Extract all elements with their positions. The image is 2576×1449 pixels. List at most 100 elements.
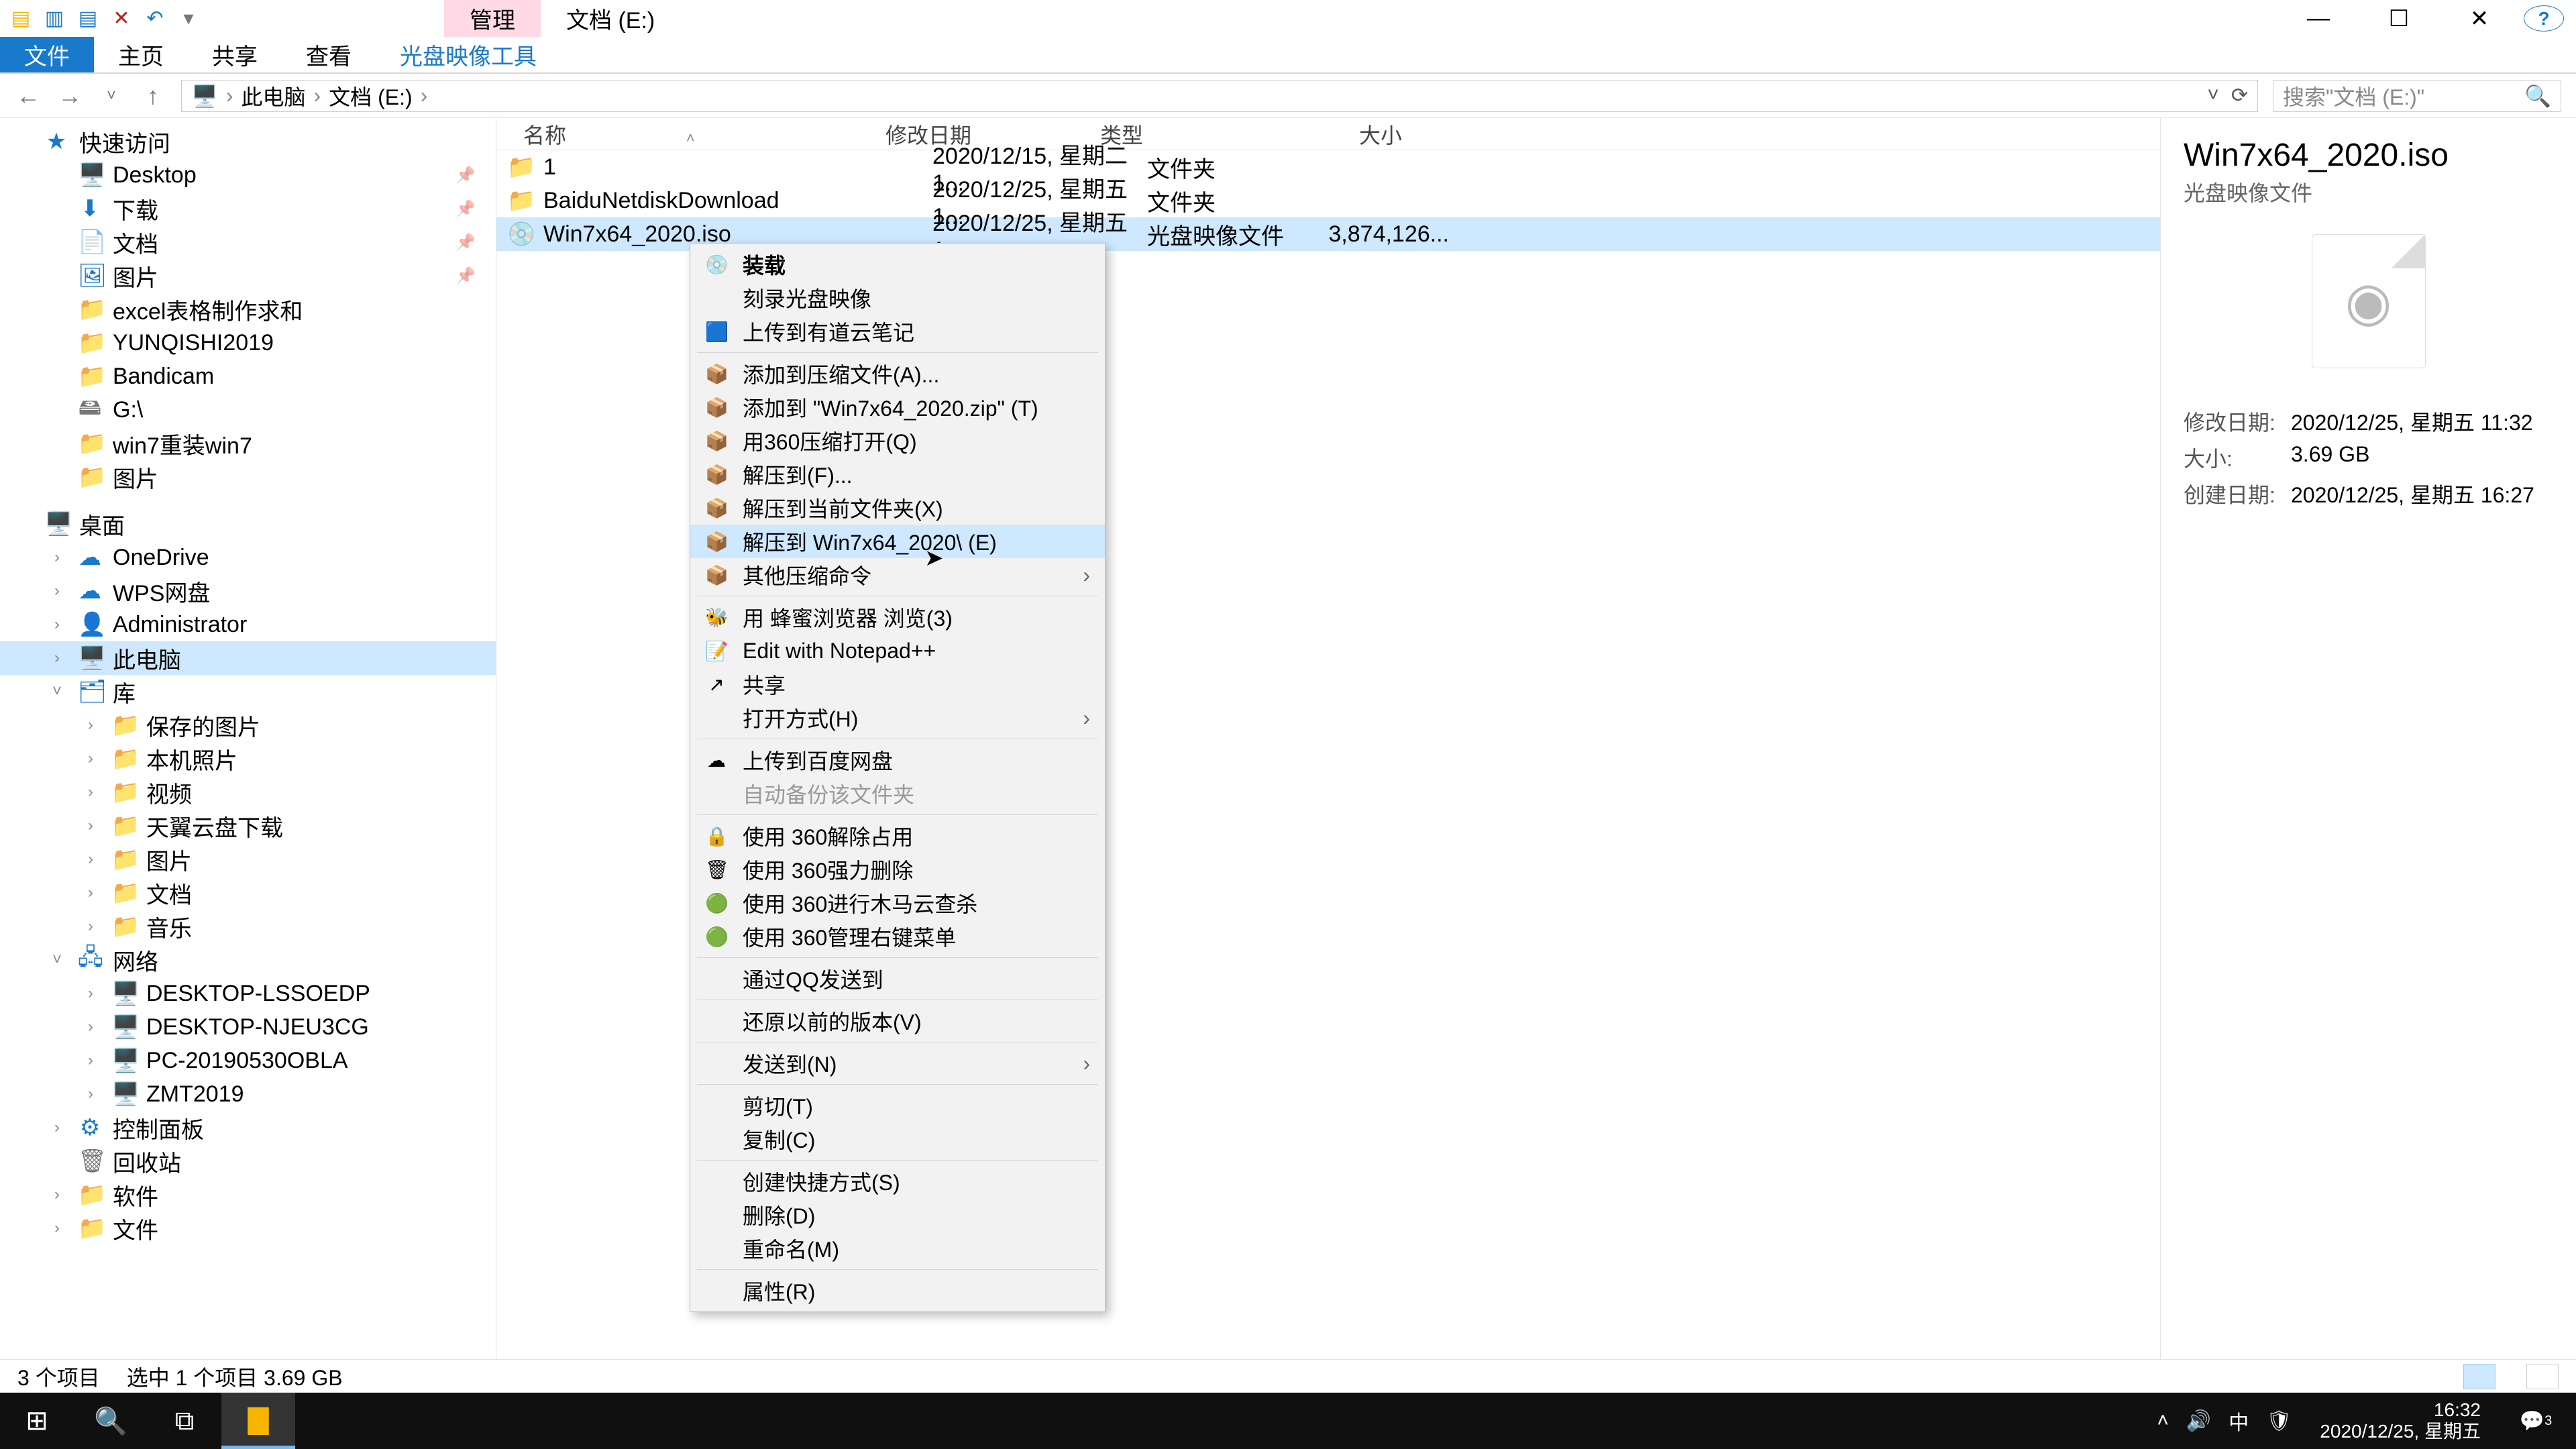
context-menu-item[interactable]: 创建快捷方式(S): [690, 1165, 1105, 1198]
refresh-icon[interactable]: ⟳: [2231, 84, 2248, 107]
context-menu-item[interactable]: 📦添加到压缩文件(A)...: [690, 357, 1105, 390]
address-dropdown-icon[interactable]: ˅: [2207, 84, 2219, 107]
tree-desktop[interactable]: 🖥️Desktop: [0, 158, 496, 192]
context-menu-item[interactable]: 重命名(M): [690, 1232, 1105, 1265]
tree-folder[interactable]: ›📁文件: [0, 1212, 496, 1245]
search-icon[interactable]: 🔍: [2524, 83, 2551, 109]
ribbon-tab-share[interactable]: 共享: [188, 37, 282, 72]
tree-network-pc[interactable]: ›🖥️DESKTOP-NJEU3CG: [0, 1010, 496, 1044]
tree-library-item[interactable]: ›📁保存的图片: [0, 708, 496, 742]
tree-folder[interactable]: 📁excel表格制作求和: [0, 292, 496, 326]
system-tray[interactable]: ˄ 🔊 中 🛡 16:32 2020/12/25, 星期五 💬3: [2157, 1393, 2576, 1449]
context-menu-item[interactable]: 删除(D): [690, 1198, 1105, 1232]
up-button[interactable]: ↑: [140, 82, 166, 110]
tree-drive[interactable]: 🖴G:\: [0, 393, 496, 427]
icons-view-button[interactable]: [2526, 1364, 2559, 1389]
recent-dropdown[interactable]: ˅: [98, 87, 125, 105]
context-menu-item[interactable]: 📝Edit with Notepad++: [690, 634, 1105, 667]
column-name[interactable]: 名称 ˄: [496, 119, 885, 150]
context-menu-item[interactable]: ↗共享: [690, 667, 1105, 701]
context-menu-item[interactable]: 打开方式(H)›: [690, 701, 1105, 735]
breadcrumb[interactable]: 文档 (E:): [329, 80, 412, 111]
context-menu-item[interactable]: 🟢使用 360管理右键菜单: [690, 920, 1105, 953]
file-row[interactable]: 📁BaiduNetdiskDownload2020/12/25, 星期五 1..…: [496, 184, 2160, 217]
column-headers[interactable]: 名称 ˄ 修改日期 类型 大小: [496, 118, 2160, 150]
context-menu-item[interactable]: 属性(R): [690, 1274, 1105, 1307]
ribbon-tab-view[interactable]: 查看: [282, 37, 376, 72]
tree-control-panel[interactable]: ›⚙控制面板: [0, 1111, 496, 1144]
back-button[interactable]: ←: [15, 82, 42, 110]
tray-overflow-icon[interactable]: ˄: [2157, 1409, 2169, 1432]
action-center-icon[interactable]: 💬3: [2509, 1393, 2563, 1449]
tree-library-item[interactable]: ›📁视频: [0, 775, 496, 809]
context-menu-item[interactable]: 📦其他压缩命令›: [690, 558, 1105, 592]
tree-wps[interactable]: ›☁WPS网盘: [0, 574, 496, 608]
tree-library-item[interactable]: ›📁图片: [0, 843, 496, 876]
qat-item[interactable]: ▤: [76, 7, 99, 30]
tree-folder[interactable]: ›📁软件: [0, 1178, 496, 1212]
tree-libraries[interactable]: ˅🗂库: [0, 675, 496, 708]
breadcrumb[interactable]: 此电脑: [241, 80, 306, 111]
tree-network[interactable]: ˅🖧网络: [0, 943, 496, 977]
tree-folder[interactable]: 📁win7重装win7: [0, 427, 496, 460]
tree-folder[interactable]: 📁YUNQISHI2019: [0, 326, 496, 360]
tree-user[interactable]: ›👤Administrator: [0, 608, 496, 641]
help-icon[interactable]: ?: [2524, 5, 2564, 32]
context-menu-item[interactable]: 📦用360压缩打开(Q): [690, 424, 1105, 458]
chevron-right-icon[interactable]: ›: [421, 83, 428, 108]
tree-folder[interactable]: 📁图片: [0, 460, 496, 494]
context-menu-item[interactable]: 通过QQ发送到: [690, 962, 1105, 996]
minimize-button[interactable]: —: [2278, 0, 2359, 37]
context-menu-item[interactable]: 📦解压到 Win7x64_2020\ (E): [690, 525, 1105, 558]
tree-folder[interactable]: 📁Bandicam: [0, 360, 496, 393]
context-menu-item[interactable]: 剪切(T): [690, 1089, 1105, 1122]
context-menu-item[interactable]: 刻录光盘映像: [690, 281, 1105, 315]
context-menu-item[interactable]: 🟢使用 360进行木马云查杀: [690, 886, 1105, 920]
start-button[interactable]: ⊞: [0, 1393, 74, 1449]
qat-undo-icon[interactable]: ↶: [144, 7, 166, 30]
context-menu-item[interactable]: 📦添加到 "Win7x64_2020.zip" (T): [690, 390, 1105, 424]
context-menu[interactable]: 💿装载刻录光盘映像🟦上传到有道云笔记 📦添加到压缩文件(A)...📦添加到 "Wi…: [690, 243, 1106, 1312]
tree-quick-access[interactable]: ★快速访问: [0, 125, 496, 158]
context-menu-item[interactable]: ☁上传到百度网盘: [690, 743, 1105, 777]
column-size[interactable]: 大小: [1275, 119, 1422, 150]
context-menu-item[interactable]: 🟦上传到有道云笔记: [690, 315, 1105, 348]
context-menu-item[interactable]: 📦解压到当前文件夹(X): [690, 491, 1105, 525]
tree-onedrive[interactable]: ›☁OneDrive: [0, 541, 496, 574]
chevron-right-icon[interactable]: ›: [226, 83, 233, 108]
security-icon[interactable]: 🛡: [2266, 1409, 2292, 1433]
tree-library-item[interactable]: ›📁音乐: [0, 910, 496, 943]
context-menu-item[interactable]: 🐝用 蜂蜜浏览器 浏览(3): [690, 600, 1105, 634]
search-box[interactable]: 搜索"文档 (E:)" 🔍: [2273, 80, 2561, 112]
tree-network-pc[interactable]: ›🖥️PC-20190530OBLA: [0, 1044, 496, 1077]
address-bar[interactable]: 🖥️ › 此电脑 › 文档 (E:) › ˅ ⟳: [181, 80, 2258, 112]
context-menu-item[interactable]: 发送到(N)›: [690, 1046, 1105, 1080]
explorer-taskbar-icon[interactable]: ▇: [221, 1393, 295, 1449]
forward-button[interactable]: →: [56, 82, 83, 110]
tree-recycle-bin[interactable]: 🗑回收站: [0, 1144, 496, 1178]
tree-pictures[interactable]: 🖼图片: [0, 259, 496, 292]
navigation-tree[interactable]: ★快速访问 🖥️Desktop ⬇下载 📄文档 🖼图片 📁excel表格制作求和…: [0, 118, 496, 1386]
context-menu-item[interactable]: 💿装载: [690, 248, 1105, 281]
volume-icon[interactable]: 🔊: [2186, 1409, 2211, 1433]
tree-library-item[interactable]: ›📁天翼云盘下载: [0, 809, 496, 843]
task-view-button[interactable]: ⧉: [148, 1393, 221, 1449]
tree-this-pc[interactable]: ›🖥️此电脑: [0, 641, 496, 675]
clock[interactable]: 16:32 2020/12/25, 星期五: [2309, 1399, 2491, 1442]
search-button[interactable]: 🔍: [74, 1393, 148, 1449]
ribbon-tab-disc-tools[interactable]: 光盘映像工具: [376, 37, 561, 72]
maximize-button[interactable]: ☐: [2359, 0, 2439, 37]
details-view-button[interactable]: [2463, 1364, 2496, 1389]
chevron-right-icon[interactable]: ›: [314, 83, 321, 108]
context-menu-item[interactable]: 复制(C): [690, 1122, 1105, 1156]
tree-network-pc[interactable]: ›🖥️DESKTOP-LSSOEDP: [0, 977, 496, 1010]
close-button[interactable]: ✕: [2439, 0, 2520, 37]
tree-desktop-root[interactable]: 🖥️桌面: [0, 507, 496, 541]
tree-documents[interactable]: 📄文档: [0, 225, 496, 259]
context-menu-item[interactable]: 📦解压到(F)...: [690, 458, 1105, 491]
taskbar[interactable]: ⊞ 🔍 ⧉ ▇ ˄ 🔊 中 🛡 16:32 2020/12/25, 星期五 💬3: [0, 1393, 2576, 1449]
file-row[interactable]: 📁12020/12/15, 星期二 1...文件夹: [496, 150, 2160, 184]
context-menu-item[interactable]: 还原以前的版本(V): [690, 1004, 1105, 1038]
qat-delete-icon[interactable]: ✕: [110, 7, 133, 30]
ribbon-tab-file[interactable]: 文件: [0, 37, 94, 72]
